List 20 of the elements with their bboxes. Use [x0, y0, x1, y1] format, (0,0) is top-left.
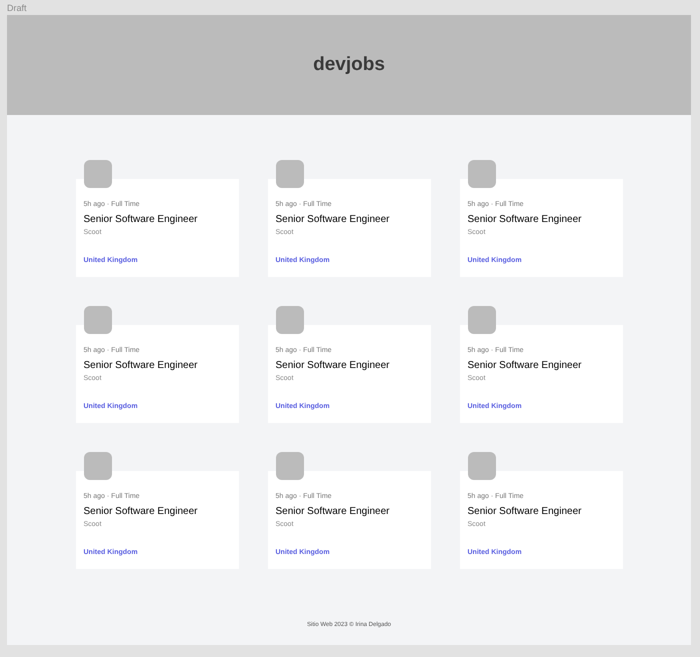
job-title: Senior Software Engineer — [276, 505, 390, 518]
job-title: Senior Software Engineer — [468, 505, 582, 518]
company-logo — [84, 452, 112, 480]
logo-title[interactable]: devjobs — [313, 50, 385, 80]
company-logo — [276, 452, 304, 480]
company-logo — [84, 306, 112, 334]
job-title: Senior Software Engineer — [84, 213, 198, 226]
job-title: Senior Software Engineer — [84, 505, 198, 518]
job-title: Senior Software Engineer — [84, 359, 198, 372]
company-logo — [468, 306, 496, 334]
job-title: Senior Software Engineer — [276, 213, 390, 226]
company-logo — [276, 306, 304, 334]
company-logo — [276, 160, 304, 188]
draft-label: Draft — [7, 4, 27, 12]
job-title: Senior Software Engineer — [276, 359, 390, 372]
job-title: Senior Software Engineer — [468, 213, 582, 226]
job-title: Senior Software Engineer — [468, 359, 582, 372]
company-logo — [84, 160, 112, 188]
company-logo — [468, 160, 496, 188]
company-logo — [468, 452, 496, 480]
